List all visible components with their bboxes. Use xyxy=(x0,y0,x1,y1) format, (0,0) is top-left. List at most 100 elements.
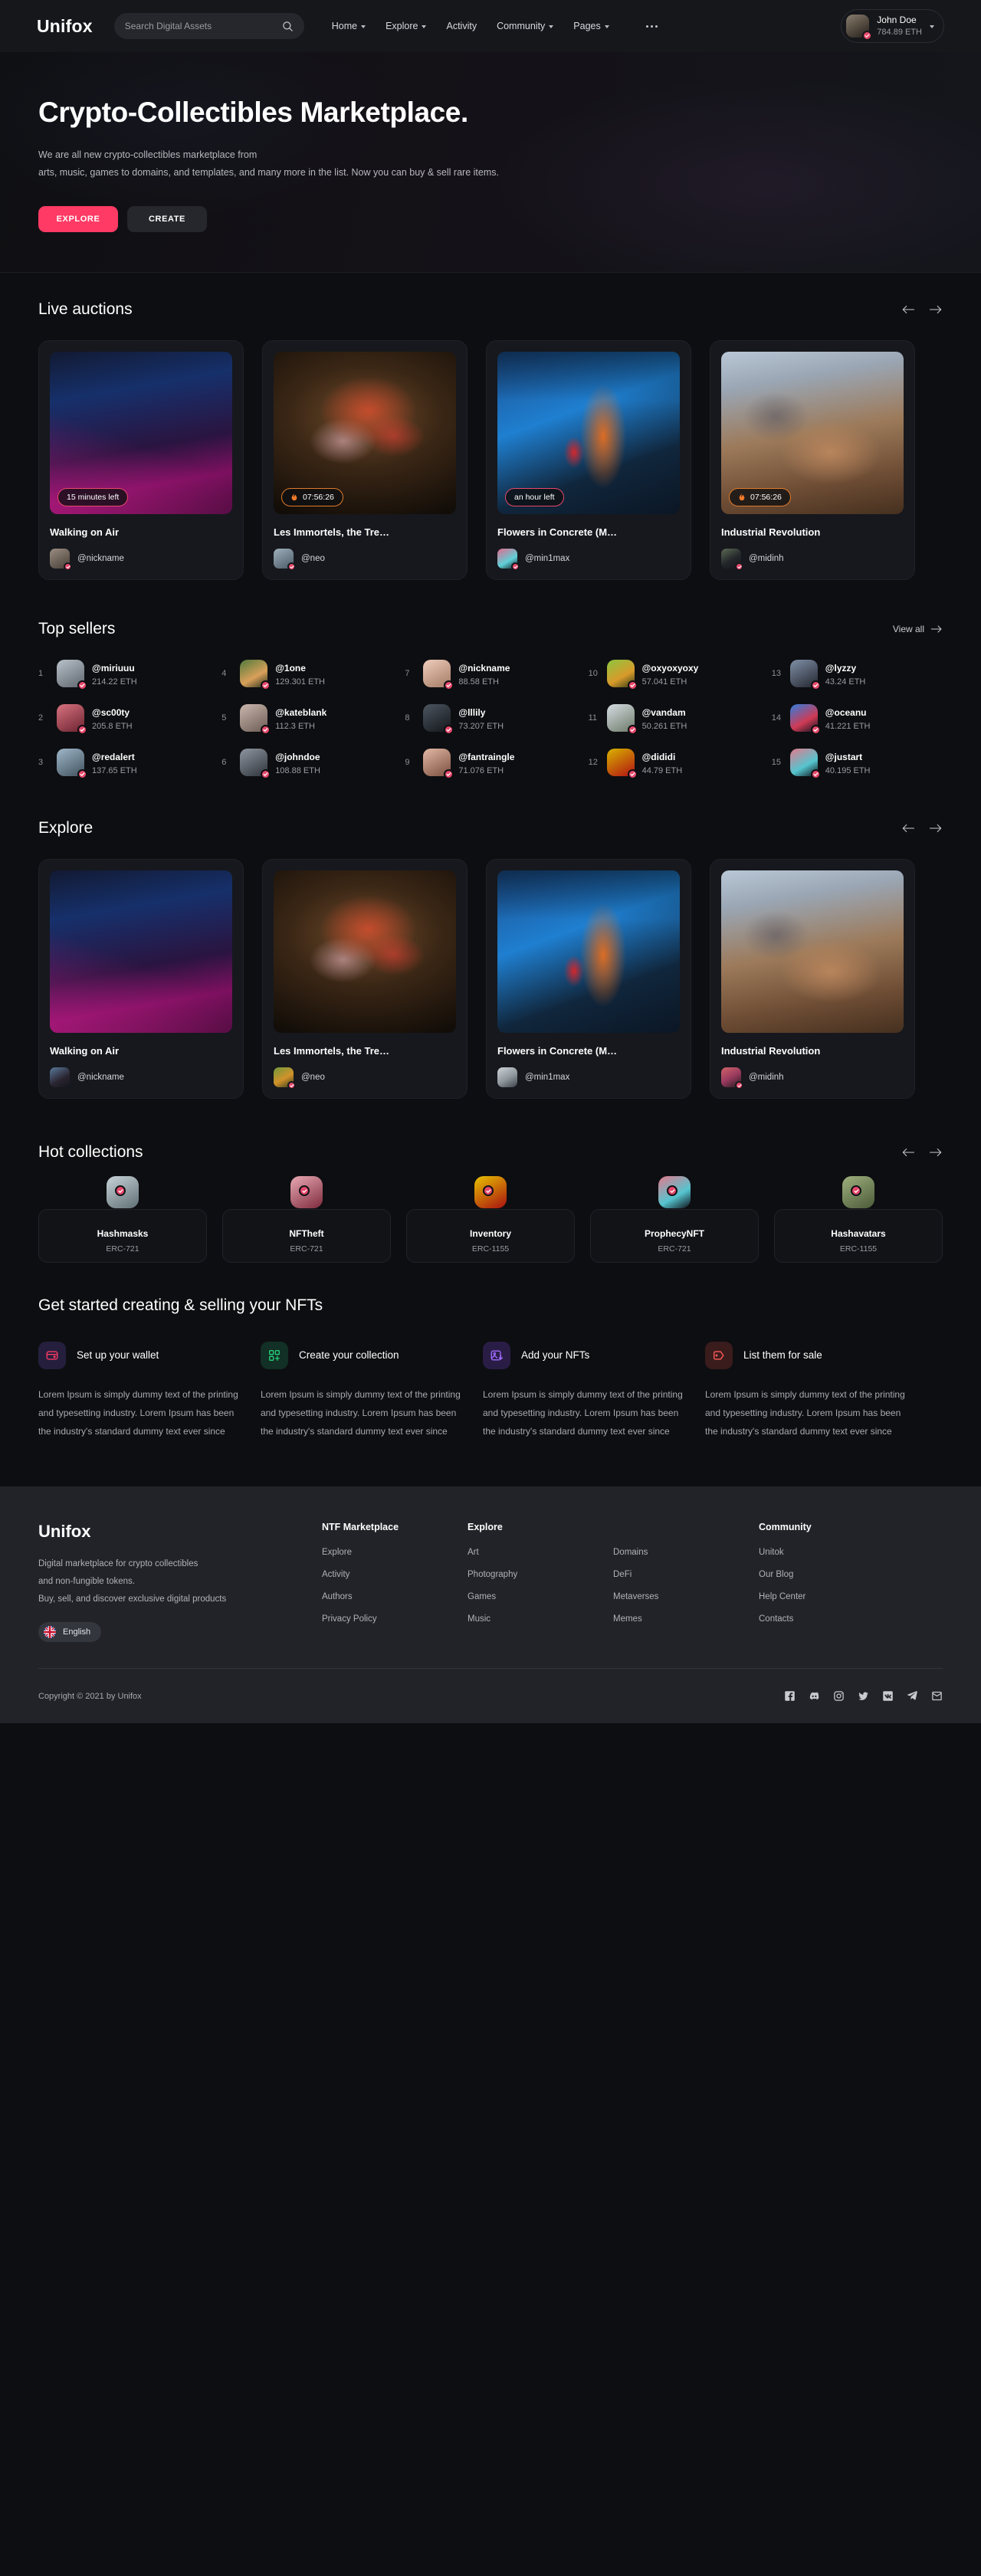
collection-card[interactable]: Hashmasks ERC-721 xyxy=(38,1176,207,1263)
auction-card[interactable]: 15 minutes left Walking on Air @nickname xyxy=(38,340,244,580)
seller-row[interactable]: 2 @sc00ty 205.8 ETH xyxy=(38,704,209,735)
search-icon[interactable] xyxy=(282,21,294,32)
nft-image[interactable] xyxy=(274,870,456,1033)
collection-card[interactable]: NFTheft ERC-721 xyxy=(222,1176,391,1263)
nft-owner[interactable]: @nickname xyxy=(50,1067,232,1087)
brand-logo[interactable]: Unifox xyxy=(37,16,93,37)
telegram-icon[interactable] xyxy=(907,1690,918,1702)
arrow-left-icon[interactable] xyxy=(901,304,915,315)
avatar xyxy=(789,660,821,690)
explore-button[interactable]: EXPLORE xyxy=(38,206,118,233)
nft-image[interactable] xyxy=(497,870,680,1033)
explore-card[interactable]: Walking on Air @nickname xyxy=(38,859,244,1099)
nft-owner[interactable]: @neo xyxy=(274,1067,456,1090)
verified-badge-icon xyxy=(77,725,87,735)
footer-link[interactable]: Art xyxy=(468,1548,613,1557)
nav-item-pages[interactable]: Pages xyxy=(573,21,609,31)
seller-row[interactable]: 12 @dididi 44.79 ETH xyxy=(589,749,760,779)
twitter-icon[interactable] xyxy=(858,1690,869,1702)
instagram-icon[interactable] xyxy=(833,1690,845,1702)
seller-row[interactable]: 5 @kateblank 112.3 ETH xyxy=(221,704,392,735)
footer-link[interactable]: Explore xyxy=(322,1548,468,1557)
seller-row[interactable]: 7 @nickname 88.58 ETH xyxy=(405,660,576,690)
nft-owner[interactable]: @neo xyxy=(274,549,456,571)
chevron-down-icon[interactable] xyxy=(930,25,934,28)
footer-link[interactable]: Privacy Policy xyxy=(322,1614,468,1624)
seller-row[interactable]: 10 @oxyoxyoxy 57.041 ETH xyxy=(589,660,760,690)
collection-card[interactable]: Hashavatars ERC-1155 xyxy=(774,1176,943,1263)
arrow-right-icon[interactable] xyxy=(929,823,943,834)
explore-card[interactable]: Flowers in Concrete (M… @min1max xyxy=(486,859,691,1099)
nft-owner[interactable]: @min1max xyxy=(497,549,680,571)
collection-card[interactable]: Inventory ERC-1155 xyxy=(406,1176,575,1263)
create-button[interactable]: CREATE xyxy=(127,206,207,233)
nft-image[interactable]: 07:56:26 xyxy=(274,352,456,514)
user-profile-menu[interactable]: John Doe 784.89 ETH xyxy=(841,9,944,43)
seller-row[interactable]: 4 @1one 129.301 ETH xyxy=(221,660,392,690)
vk-icon[interactable] xyxy=(882,1690,894,1702)
footer-link[interactable]: Memes xyxy=(613,1614,759,1624)
nav-item-activity[interactable]: Activity xyxy=(446,21,477,31)
mail-icon[interactable] xyxy=(931,1690,943,1702)
footer-link[interactable]: Activity xyxy=(322,1570,468,1579)
footer-link[interactable]: Authors xyxy=(322,1592,468,1601)
nav-item-explore[interactable]: Explore xyxy=(386,21,427,31)
footer-link[interactable]: Metaverses xyxy=(613,1592,759,1601)
explore-card[interactable]: Industrial Revolution @midinh xyxy=(710,859,915,1099)
seller-row[interactable]: 11 @vandam 50.261 ETH xyxy=(589,704,760,735)
nft-owner[interactable]: @min1max xyxy=(497,1067,680,1087)
footer-link[interactable]: Unitok xyxy=(759,1548,904,1557)
search-box[interactable] xyxy=(113,13,304,39)
auction-card[interactable]: an hour left Flowers in Concrete (M… @mi… xyxy=(486,340,691,580)
collection-card[interactable]: ProphecyNFT ERC-721 xyxy=(590,1176,759,1263)
owner-name: @min1max xyxy=(525,1073,570,1082)
nft-image[interactable]: 15 minutes left xyxy=(50,352,232,514)
view-all-link[interactable]: View all xyxy=(893,624,943,634)
arrow-right-icon[interactable] xyxy=(929,1147,943,1158)
seller-row[interactable]: 13 @lyzzy 43.24 ETH xyxy=(772,660,943,690)
nft-image[interactable]: 07:56:26 xyxy=(721,352,904,514)
seller-row[interactable]: 6 @johndoe 108.88 ETH xyxy=(221,749,392,779)
seller-rank: 9 xyxy=(405,758,410,767)
footer-logo[interactable]: Unifox xyxy=(38,1522,322,1542)
seller-row[interactable]: 14 @oceanu 41.221 ETH xyxy=(772,704,943,735)
seller-eth: 205.8 ETH xyxy=(92,721,133,731)
search-input[interactable] xyxy=(124,21,276,31)
language-selector[interactable]: English xyxy=(38,1622,102,1642)
nft-owner[interactable]: @nickname xyxy=(50,549,232,571)
nft-owner[interactable]: @midinh xyxy=(721,1067,904,1090)
more-horizontal-icon[interactable] xyxy=(645,25,658,28)
nav-item-home[interactable]: Home xyxy=(332,21,366,31)
auction-card[interactable]: 07:56:26 Les Immortels, the Tre… @neo xyxy=(262,340,468,580)
footer-link[interactable]: Domains xyxy=(613,1548,759,1557)
arrow-left-icon[interactable] xyxy=(901,823,915,834)
discord-icon[interactable] xyxy=(809,1690,820,1702)
seller-row[interactable]: 8 @lllily 73.207 ETH xyxy=(405,704,576,735)
seller-row[interactable]: 1 @miriuuu 214.22 ETH xyxy=(38,660,209,690)
seller-row[interactable]: 9 @fantraingle 71.076 ETH xyxy=(405,749,576,779)
auction-card[interactable]: 07:56:26 Industrial Revolution @midinh xyxy=(710,340,915,580)
site-footer: Unifox Digital marketplace for crypto co… xyxy=(0,1486,981,1723)
arrow-right-icon[interactable] xyxy=(929,304,943,315)
footer-link[interactable]: DeFi xyxy=(613,1570,759,1579)
nft-image[interactable]: an hour left xyxy=(497,352,680,514)
seller-row[interactable]: 3 @redalert 137.65 ETH xyxy=(38,749,209,779)
verified-badge-icon xyxy=(810,769,821,779)
verified-badge-icon xyxy=(287,562,296,571)
footer-link[interactable]: Photography xyxy=(468,1570,613,1579)
footer-link[interactable]: Our Blog xyxy=(759,1570,904,1579)
footer-link[interactable]: Contacts xyxy=(759,1614,904,1624)
explore-card[interactable]: Les Immortels, the Tre… @neo xyxy=(262,859,468,1099)
seller-row[interactable]: 15 @justart 40.195 ETH xyxy=(772,749,943,779)
nav-item-community[interactable]: Community xyxy=(497,21,554,31)
footer-link[interactable]: Music xyxy=(468,1614,613,1624)
hero-subtitle-line2: arts, music, games to domains, and templ… xyxy=(38,167,499,179)
verified-badge-icon xyxy=(64,562,72,571)
nft-image[interactable] xyxy=(50,870,232,1033)
footer-link[interactable]: Help Center xyxy=(759,1592,904,1601)
footer-link[interactable]: Games xyxy=(468,1592,613,1601)
facebook-icon[interactable] xyxy=(784,1690,796,1702)
nft-image[interactable] xyxy=(721,870,904,1033)
nft-owner[interactable]: @midinh xyxy=(721,549,904,571)
arrow-left-icon[interactable] xyxy=(901,1147,915,1158)
